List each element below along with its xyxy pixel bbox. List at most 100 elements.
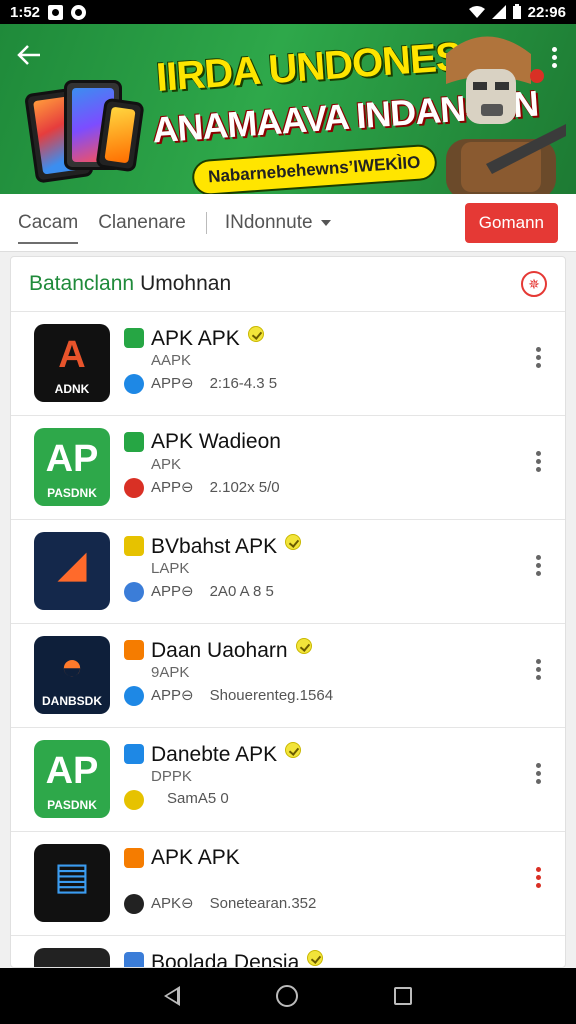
app-version: Sonetearan.352 [209,895,317,912]
verified-badge-icon [285,742,302,758]
source-icon [124,894,144,914]
app-meta: SamA5 0 [151,790,229,807]
app-name-text: APK APK [151,846,240,869]
app-meta: APP⊖ 2.102х 5/0 [151,478,280,496]
app-name[interactable]: Daan Uaoharn [151,638,312,663]
app-meta: APK⊖ Sonetearan.352 [151,894,316,912]
category-icon [124,744,144,764]
banner-tagline: Nabarnebehewns’IWEKÌIO [191,143,438,194]
app-icon[interactable]: ◢ [34,532,110,610]
app-type: DPPK [151,768,192,785]
app-icon[interactable]: A ADNK [34,324,110,402]
list-item[interactable]: ◉ Boolada Densia [11,935,565,968]
app-icon[interactable]: ◓ DANBSDK [34,636,110,714]
kebab-menu-icon[interactable] [533,552,543,582]
app-name-text: APK APK [151,327,240,350]
status-bar: 1:52 22:96 [0,0,576,24]
verified-badge-icon [247,326,264,342]
kebab-menu-icon[interactable] [533,344,543,374]
app-type: 9APK [151,664,190,681]
sync-icon [71,4,87,20]
app-tag: APK⊖ [151,895,194,912]
source-icon [124,374,144,394]
app-version: Shouerenteg.1564 [209,687,334,704]
category-icon [124,432,144,452]
category-icon [124,640,144,660]
app-tag: APP⊖ [151,687,194,704]
status-time-right: 22:96 [527,3,566,21]
verified-badge-icon [285,534,302,550]
nav-home-icon[interactable] [276,985,298,1007]
app-type: AAPK [151,352,192,369]
list-item[interactable]: AP PASDNK APK Wadieon APK APP⊖ 2.102х 5/0 [11,415,565,519]
filter-badge-icon[interactable]: ✵ [521,271,547,297]
app-icon[interactable]: AP PASDNK [34,740,110,818]
app-name[interactable]: APK APK [151,846,240,870]
category-icon [124,952,144,967]
app-icon-glyph: ◢ [57,544,87,586]
app-tag: APP⊖ [151,583,194,600]
app-icon-glyph: A [58,334,86,376]
app-meta: APP⊖ Shouerenteg.1564 [151,686,333,704]
app-icon-label: DANBSDK [42,694,102,708]
phones-illustration [24,70,145,190]
tab-bar: Cacam Clanenare INdonnute Gomann [0,194,576,252]
nav-back-icon[interactable] [164,986,180,1006]
region-dropdown[interactable]: INdonnute [225,212,331,234]
more-vert-icon[interactable] [544,44,564,74]
kebab-menu-icon[interactable] [533,448,543,478]
action-button[interactable]: Gomann [464,202,558,243]
back-arrow-icon[interactable] [16,42,46,72]
list-item[interactable]: A ADNK APK APK AAPK APP⊖ 2:16-4.3 5 [11,311,565,415]
nav-recents-icon[interactable] [394,987,412,1005]
category-icon [124,848,144,868]
app-tag: APP⊖ [151,479,194,496]
signal-icon [491,5,506,19]
verified-badge-icon [295,638,312,654]
status-time-left: 1:52 [10,3,41,21]
promo-banner[interactable]: IIRDA UNDONESAI ANAMAAVA INDANSAN Nabarn… [0,24,576,194]
kebab-menu-icon[interactable] [533,656,543,686]
region-dropdown-label: INdonnute [224,211,313,233]
category-icon [124,328,144,348]
tab-0[interactable]: Cacam [18,194,79,252]
list-item[interactable]: ◓ DANBSDK Daan Uaoharn 9APK APP⊖ Shouerenteg.… [11,623,565,727]
tab-1[interactable]: Clanenare [98,194,186,252]
app-name[interactable]: APK Wadieon [151,430,281,454]
list-item[interactable]: ◢ BVbahst APK LAPK APP⊖ 2A0 A 8 5 [11,519,565,623]
list-item[interactable]: AP PASDNK Danebte APK DPPK SamA5 0 [11,727,565,831]
app-icon[interactable]: AP PASDNK [34,428,110,506]
tab-divider [205,211,207,234]
app-icon-glyph: AP [45,750,99,792]
app-icon-label: ADNK [54,382,90,396]
source-icon [124,582,144,602]
app-icon-label: PASDNK [47,486,97,500]
system-nav-bar [0,968,576,1024]
kebab-menu-icon[interactable] [533,864,543,894]
app-name[interactable]: Danebte APK [151,742,302,767]
app-icon-label: PASDNK [47,798,97,812]
app-icon-glyph: ◓ [60,646,84,688]
app-name-text: Daan Uaoharn [151,639,288,662]
kebab-menu-icon[interactable] [533,760,543,790]
soldier-illustration [446,36,566,194]
app-name[interactable]: APK APK [151,326,264,351]
app-icon[interactable]: ◉ [34,948,110,967]
app-list: Batanclann Umohnan ✵ A ADNK APK APK AAPK APP… [10,256,566,968]
app-name[interactable]: BVbahst APK [151,534,302,559]
app-type: LAPK [151,560,190,577]
battery-icon [512,4,521,19]
list-header: Batanclann Umohnan ✵ [11,257,565,311]
source-icon [124,478,144,498]
app-icon[interactable]: ▤ [34,844,110,922]
app-name[interactable]: Boolada Densia [151,950,324,968]
app-version: 2:16-4.3 5 [209,375,278,392]
list-item[interactable]: ▤ APK APK APK⊖ Sonetearan.352 [11,831,565,935]
app-type: APK [151,456,182,473]
source-icon [124,790,144,810]
wifi-icon [468,6,485,18]
chevron-down-icon [320,219,331,226]
app-icon-glyph: ▤ [54,856,90,898]
app-icon-glyph: AP [45,438,99,480]
app-name-text: Boolada Densia [151,951,300,968]
